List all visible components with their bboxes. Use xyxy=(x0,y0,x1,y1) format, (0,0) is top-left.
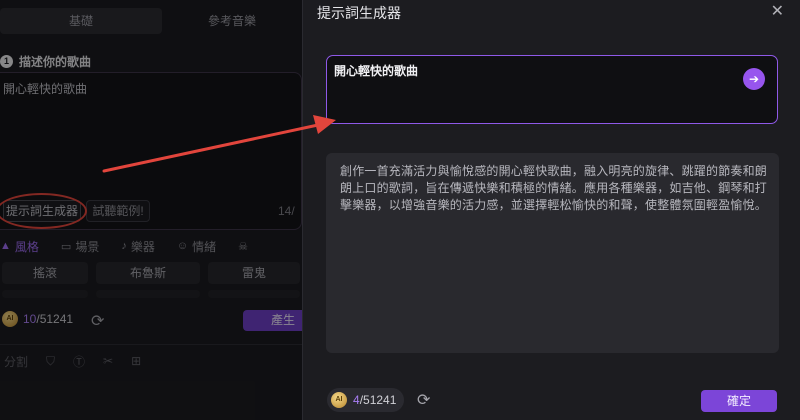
close-icon[interactable]: ✕ xyxy=(771,1,784,21)
credit-total: /51241 xyxy=(359,393,397,407)
tag-placeholder[interactable] xyxy=(96,290,200,298)
step-label: 描述你的歌曲 xyxy=(19,55,92,69)
tag-blues[interactable]: 布魯斯 xyxy=(96,262,200,284)
prompt-generator-dialog: 提示詞生成器 ✕ 開心輕快的歌曲 ➔ 創作一首充滿活力與愉悅感的開心輕快歌曲，融… xyxy=(302,0,800,420)
skull-icon: ☠ xyxy=(238,240,248,253)
refresh-icon[interactable]: ⟳ xyxy=(417,390,430,410)
step-number-badge: 1 xyxy=(0,55,13,68)
lyrics-toolbar: 分割 ⛉ Ⓣ ✂ ⊞ xyxy=(0,351,302,371)
text-icon[interactable]: Ⓣ xyxy=(73,353,85,370)
coin-icon: AI xyxy=(2,311,18,327)
shield-icon[interactable]: ⛉ xyxy=(46,354,55,369)
credit-used: 4 xyxy=(353,393,360,407)
tab-reference-music[interactable]: 參考音樂 xyxy=(162,8,302,34)
credit-indicator: AI 10/51241 xyxy=(2,311,73,327)
category-tabs: ▲ 風格 ▭ 場景 ♪ 樂器 ☺ 情緒 ☠ xyxy=(0,236,302,256)
sample-button[interactable]: 試聽範例! xyxy=(86,200,150,222)
style-icon: ▲ xyxy=(0,240,11,252)
credit-used: 10 xyxy=(23,312,37,326)
tag-rock[interactable]: 搖滾 xyxy=(2,262,88,284)
cut-icon[interactable]: ✂ xyxy=(103,354,113,368)
generated-prompt-text: 創作一首充滿活力與愉悅感的開心輕快歌曲，融入明亮的旋律、跳躍的節奏和朗朗上口的歌… xyxy=(340,164,768,212)
style-tags: 搖滾 布魯斯 雷鬼 xyxy=(0,262,302,304)
prompt-input[interactable]: 開心輕快的歌曲 ➔ xyxy=(326,55,778,124)
step-heading: 1 描述你的歌曲 xyxy=(0,53,91,70)
divider xyxy=(0,344,302,345)
category-more[interactable]: ☠ xyxy=(238,240,248,253)
app-root: 基礎 參考音樂 1 描述你的歌曲 開心輕快的歌曲 提示詞生成器 試聽範例! 14… xyxy=(0,0,800,420)
dialog-footer: AI 4/51241 ⟳ 確定 xyxy=(303,380,800,420)
category-mood[interactable]: ☺ 情緒 xyxy=(177,238,216,255)
category-label: 樂器 xyxy=(130,239,155,254)
split-button[interactable]: 分割 xyxy=(4,353,28,370)
coin-icon: AI xyxy=(331,392,347,408)
category-instrument[interactable]: ♪ 樂器 xyxy=(121,238,155,255)
category-scene[interactable]: ▭ 場景 xyxy=(61,238,99,255)
category-label: 情緒 xyxy=(192,239,217,254)
refresh-icon[interactable]: ⟳ xyxy=(91,311,104,331)
generate-button[interactable]: 產生 xyxy=(243,310,302,331)
song-form-panel: 基礎 參考音樂 1 描述你的歌曲 開心輕快的歌曲 提示詞生成器 試聽範例! 14… xyxy=(0,0,302,420)
scene-icon: ▭ xyxy=(60,240,72,253)
tag-placeholder[interactable] xyxy=(208,290,300,298)
credit-indicator: AI 4/51241 xyxy=(327,388,405,412)
highlight-circle xyxy=(0,193,87,229)
prompt-input-value: 開心輕快的歌曲 xyxy=(334,64,419,78)
char-counter: 14/ xyxy=(278,204,295,218)
song-description-value: 開心輕快的歌曲 xyxy=(3,82,88,96)
category-label: 場景 xyxy=(75,239,100,254)
tag-placeholder[interactable] xyxy=(2,290,88,298)
dialog-title: 提示詞生成器 xyxy=(317,5,401,21)
tag-reggae[interactable]: 雷鬼 xyxy=(208,262,300,284)
credit-total: /51241 xyxy=(36,312,74,326)
category-label: 風格 xyxy=(14,239,39,254)
mode-tabs: 基礎 參考音樂 xyxy=(0,8,302,34)
category-style[interactable]: ▲ 風格 xyxy=(0,238,39,255)
guitar-icon: ♪ xyxy=(121,240,127,252)
generated-prompt-box[interactable]: 創作一首充滿活力與愉悅感的開心輕快歌曲，融入明亮的旋律、跳躍的節奏和朗朗上口的歌… xyxy=(326,153,779,353)
smiley-icon: ☺ xyxy=(176,240,189,252)
add-icon[interactable]: ⊞ xyxy=(131,354,141,368)
confirm-button[interactable]: 確定 xyxy=(701,390,777,412)
send-arrow-icon[interactable]: ➔ xyxy=(743,68,765,90)
tab-basic[interactable]: 基礎 xyxy=(0,8,162,34)
